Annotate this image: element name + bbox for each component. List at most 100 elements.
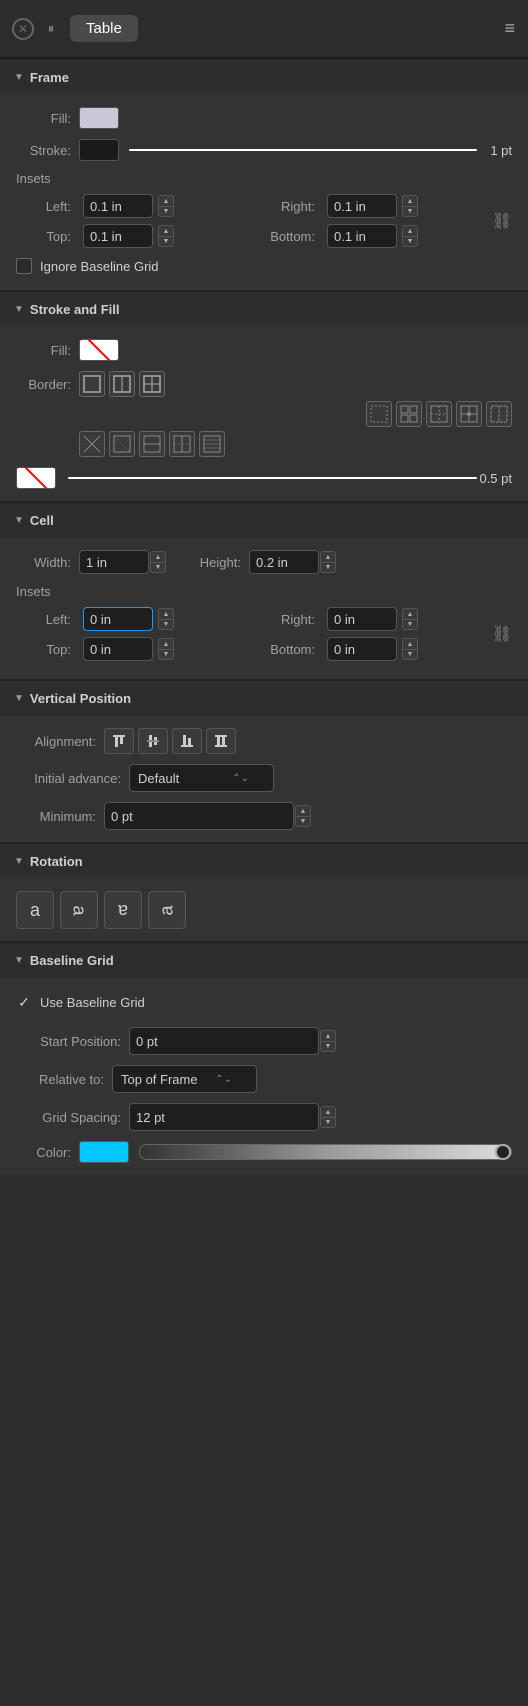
cell-width-up-btn[interactable]: ▲ xyxy=(150,551,166,562)
stroke-swatch[interactable] xyxy=(79,139,119,161)
grid-spacing-spinner[interactable]: ▲ ▼ xyxy=(320,1106,336,1128)
link-icon[interactable]: ⛓ xyxy=(492,211,512,231)
color-slider-thumb[interactable] xyxy=(495,1144,511,1160)
cell-top-up-btn[interactable]: ▲ xyxy=(158,638,174,649)
border-icon-11[interactable] xyxy=(139,431,165,457)
border-icon-7[interactable] xyxy=(456,401,482,427)
color-swatch[interactable] xyxy=(79,1141,129,1163)
cell-bottom-input[interactable] xyxy=(327,637,397,661)
frame-section-header[interactable]: ▼ Frame xyxy=(0,60,528,95)
rotation-section-header[interactable]: ▼ Rotation xyxy=(0,844,528,879)
cell-right-up-btn[interactable]: ▲ xyxy=(402,608,418,619)
cell-top-down-btn[interactable]: ▼ xyxy=(158,649,174,660)
align-middle-btn[interactable] xyxy=(138,728,168,754)
align-bottom-btn[interactable] xyxy=(172,728,202,754)
start-position-input[interactable] xyxy=(129,1027,319,1055)
menu-icon[interactable]: ≡ xyxy=(504,18,516,39)
border-icon-2[interactable] xyxy=(109,371,135,397)
grid-spacing-down-btn[interactable]: ▼ xyxy=(320,1117,336,1128)
cell-link-icon[interactable]: ⛓ xyxy=(492,624,512,644)
cell-bottom-spinner[interactable]: ▲ ▼ xyxy=(402,638,418,660)
sf-stroke-swatch[interactable] xyxy=(16,467,56,489)
right-down-btn[interactable]: ▼ xyxy=(402,206,418,217)
close-button[interactable]: ✕ xyxy=(12,18,34,40)
border-icon-8[interactable] xyxy=(486,401,512,427)
rotation-btn-270[interactable]: a xyxy=(148,891,186,929)
rotation-btn-180[interactable]: a xyxy=(104,891,142,929)
cell-height-input[interactable] xyxy=(249,550,319,574)
border-icon-5[interactable] xyxy=(396,401,422,427)
use-baseline-label: Use Baseline Grid xyxy=(40,995,145,1010)
cell-width-down-btn[interactable]: ▼ xyxy=(150,562,166,573)
border-icon-6[interactable] xyxy=(426,401,452,427)
cell-right-down-btn[interactable]: ▼ xyxy=(402,619,418,630)
border-icon-10[interactable] xyxy=(109,431,135,457)
left-down-btn[interactable]: ▼ xyxy=(158,206,174,217)
top-up-btn[interactable]: ▲ xyxy=(158,225,174,236)
grid-spacing-up-btn[interactable]: ▲ xyxy=(320,1106,336,1117)
sf-fill-swatch[interactable] xyxy=(79,339,119,361)
sf-fill-label: Fill: xyxy=(16,343,71,358)
right-up-btn[interactable]: ▲ xyxy=(402,195,418,206)
cell-height-down-btn[interactable]: ▼ xyxy=(320,562,336,573)
border-icon-4[interactable] xyxy=(366,401,392,427)
cell-height-up-btn[interactable]: ▲ xyxy=(320,551,336,562)
cell-width-spinner[interactable]: ▲ ▼ xyxy=(150,551,166,573)
left-up-btn[interactable]: ▲ xyxy=(158,195,174,206)
cell-left-input[interactable] xyxy=(83,607,153,631)
minimum-input[interactable] xyxy=(104,802,294,830)
initial-advance-select[interactable]: Default ⌃⌄ xyxy=(129,764,274,792)
bottom-down-btn[interactable]: ▼ xyxy=(402,236,418,247)
baseline-section-header[interactable]: ▼ Baseline Grid xyxy=(0,943,528,978)
cell-top-input[interactable] xyxy=(83,637,153,661)
color-slider[interactable] xyxy=(139,1144,512,1160)
cell-right-input[interactable] xyxy=(327,607,397,631)
left-input[interactable] xyxy=(83,194,153,218)
bottom-up-btn[interactable]: ▲ xyxy=(402,225,418,236)
bottom-spinner[interactable]: ▲ ▼ xyxy=(402,225,418,247)
cell-bottom-down-btn[interactable]: ▼ xyxy=(402,649,418,660)
left-spinner[interactable]: ▲ ▼ xyxy=(158,195,174,217)
cell-width-input[interactable] xyxy=(79,550,149,574)
right-input[interactable] xyxy=(327,194,397,218)
sf-stroke-slider[interactable] xyxy=(68,477,477,479)
minimum-spinner[interactable]: ▲ ▼ xyxy=(295,805,311,827)
top-down-btn[interactable]: ▼ xyxy=(158,236,174,247)
start-position-up-btn[interactable]: ▲ xyxy=(320,1030,336,1041)
border-icon-12[interactable] xyxy=(169,431,195,457)
fill-swatch[interactable] xyxy=(79,107,119,129)
border-icon-9[interactable] xyxy=(79,431,105,457)
border-icon-3[interactable] xyxy=(139,371,165,397)
rotation-btn-normal[interactable]: a xyxy=(16,891,54,929)
cell-left-spinner[interactable]: ▲ ▼ xyxy=(158,608,174,630)
minimum-down-btn[interactable]: ▼ xyxy=(295,816,311,827)
right-spinner[interactable]: ▲ ▼ xyxy=(402,195,418,217)
start-position-down-btn[interactable]: ▼ xyxy=(320,1041,336,1052)
cell-top-spinner[interactable]: ▲ ▼ xyxy=(158,638,174,660)
top-input[interactable] xyxy=(83,224,153,248)
grid-spacing-input[interactable] xyxy=(129,1103,319,1131)
relative-to-select[interactable]: Top of Frame ⌃⌄ xyxy=(112,1065,257,1093)
sf-fill-row: Fill: xyxy=(16,339,512,361)
start-position-spinner[interactable]: ▲ ▼ xyxy=(320,1030,336,1052)
ignore-baseline-checkbox[interactable] xyxy=(16,258,32,274)
bottom-input[interactable] xyxy=(327,224,397,248)
cell-left-down-btn[interactable]: ▼ xyxy=(158,619,174,630)
cell-section-header[interactable]: ▼ Cell xyxy=(0,503,528,538)
align-top-btn[interactable] xyxy=(104,728,134,754)
vertical-section-header[interactable]: ▼ Vertical Position xyxy=(0,681,528,716)
cell-left-up-btn[interactable]: ▲ xyxy=(158,608,174,619)
minimum-up-btn[interactable]: ▲ xyxy=(295,805,311,816)
cell-height-spinner[interactable]: ▲ ▼ xyxy=(320,551,336,573)
cell-right-spinner[interactable]: ▲ ▼ xyxy=(402,608,418,630)
border-icon-13[interactable] xyxy=(199,431,225,457)
rotation-btn-90[interactable]: a xyxy=(60,891,98,929)
border-icons-row3-inner xyxy=(79,431,225,457)
cell-bottom-up-btn[interactable]: ▲ xyxy=(402,638,418,649)
stroke-slider[interactable] xyxy=(129,149,477,151)
top-spinner[interactable]: ▲ ▼ xyxy=(158,225,174,247)
border-icon-1[interactable] xyxy=(79,371,105,397)
pause-button[interactable]: ⏸ xyxy=(42,20,60,38)
stroke-fill-section-header[interactable]: ▼ Stroke and Fill xyxy=(0,292,528,327)
align-justify-btn[interactable] xyxy=(206,728,236,754)
